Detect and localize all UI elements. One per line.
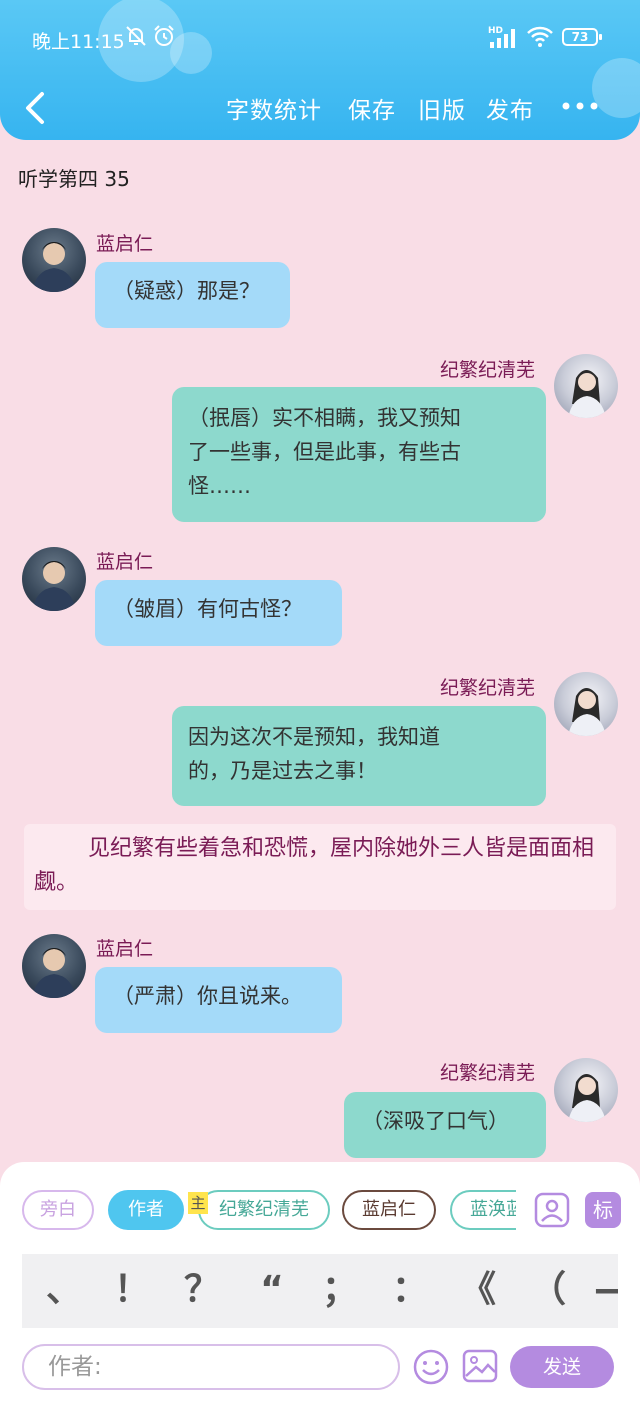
avatar[interactable] — [554, 672, 618, 736]
back-button[interactable] — [20, 88, 50, 128]
message-bubble[interactable]: （抿唇）实不相瞒，我又预知 了一些事，但是此事，有些古 怪…… — [172, 387, 546, 522]
more-button[interactable] — [560, 94, 600, 118]
punct-key[interactable]: 《 — [458, 1268, 498, 1312]
emoji-button[interactable] — [412, 1348, 450, 1386]
role-chip-lan-qiren[interactable]: 蓝启仁 — [342, 1190, 436, 1230]
punct-key[interactable]: （ — [528, 1268, 568, 1312]
role-chip-author[interactable]: 作者 — [108, 1190, 184, 1230]
bell-muted-icon — [124, 24, 148, 53]
punct-key[interactable]: ？ — [182, 1268, 222, 1312]
message-line: （抿唇）实不相瞒，我又预知 — [188, 406, 461, 430]
punct-key[interactable]: — — [592, 1268, 618, 1312]
image-icon — [462, 1349, 498, 1383]
old-version-button[interactable]: 旧版 — [418, 91, 466, 125]
send-button[interactable]: 发送 — [510, 1346, 614, 1388]
role-chip-lan-huan[interactable]: 蓝涣蓝 — [450, 1190, 516, 1230]
battery-indicator: 73 — [562, 28, 602, 46]
person-card-icon — [534, 1192, 570, 1228]
top-header: 晚上11:15 HD 73 字数统计 保存 旧版 发布 — [0, 0, 640, 140]
punct-key[interactable]: “ — [252, 1268, 292, 1312]
message-line: 的，乃是过去之事！ — [188, 759, 377, 783]
narration-block[interactable]: 见纪繁有些着急和恐慌，屋内除她外三人皆是面面相觑。 — [24, 824, 616, 910]
avatar[interactable] — [554, 354, 618, 418]
more-dots-icon — [562, 102, 598, 110]
save-button[interactable]: 保存 — [348, 91, 396, 125]
message-bubble[interactable]: （疑惑）那是？ — [95, 262, 290, 328]
publish-button[interactable]: 发布 — [486, 91, 534, 125]
punctuation-bar: 、 ！ ？ “ ； ： 《 （ — — [22, 1254, 618, 1328]
message-bubble[interactable]: 因为这次不是预知，我知道 的，乃是过去之事！ — [172, 706, 546, 806]
avatar[interactable] — [554, 1058, 618, 1122]
word-count-button[interactable]: 字数统计 — [226, 91, 322, 125]
status-time: 晚上11:15 — [32, 31, 125, 53]
sender-name: 纪繁纪清芜 — [440, 1062, 536, 1084]
main-role-badge: 主 — [188, 1192, 208, 1214]
chapter-title: 听学第四 35 — [18, 167, 130, 191]
message-bubble[interactable]: （皱眉）有何古怪？ — [95, 580, 342, 646]
sender-name: 蓝启仁 — [96, 551, 154, 573]
punct-key[interactable]: ！ — [112, 1268, 152, 1312]
message-line: 怪…… — [188, 474, 251, 498]
chevron-left-icon — [26, 92, 44, 124]
person-portrait-icon — [32, 561, 76, 611]
person-portrait-icon — [568, 1074, 606, 1122]
punct-key[interactable]: 、 — [44, 1268, 84, 1312]
person-portrait-icon — [568, 688, 606, 736]
avatar[interactable] — [22, 547, 86, 611]
tag-button[interactable]: 标 — [585, 1192, 621, 1228]
message-input[interactable]: 作者: — [22, 1344, 400, 1390]
message-line: 因为这次不是预知，我知道 — [188, 725, 440, 749]
role-chip-ji[interactable]: 纪繁纪清芜 — [198, 1190, 330, 1230]
message-bubble[interactable]: （严肃）你且说来。 — [95, 967, 342, 1033]
avatar[interactable] — [22, 934, 86, 998]
avatar[interactable] — [22, 228, 86, 292]
person-portrait-icon — [32, 242, 76, 292]
sender-name: 纪繁纪清芜 — [440, 359, 536, 381]
sender-name: 蓝启仁 — [96, 233, 154, 255]
status-bar: 晚上11:15 HD 73 — [0, 18, 640, 58]
punct-key[interactable]: ： — [390, 1268, 430, 1312]
message-line: 了一些事，但是此事，有些古 — [188, 440, 461, 464]
person-portrait-icon — [568, 370, 606, 418]
sender-name: 蓝启仁 — [96, 938, 154, 960]
punct-key[interactable]: ； — [320, 1268, 360, 1312]
person-portrait-icon — [32, 948, 76, 998]
alarm-icon — [152, 24, 176, 53]
role-chip-narrator[interactable]: 旁白 — [22, 1190, 94, 1230]
image-button[interactable] — [462, 1348, 498, 1384]
sender-name: 纪繁纪清芜 — [440, 677, 536, 699]
message-bubble[interactable]: （深吸了口气） — [344, 1092, 546, 1158]
svg-text:HD: HD — [488, 26, 503, 36]
smiley-icon — [413, 1349, 449, 1385]
role-manage-button[interactable] — [534, 1192, 570, 1228]
wifi-icon — [526, 24, 554, 53]
signal-icon: HD — [488, 24, 520, 55]
